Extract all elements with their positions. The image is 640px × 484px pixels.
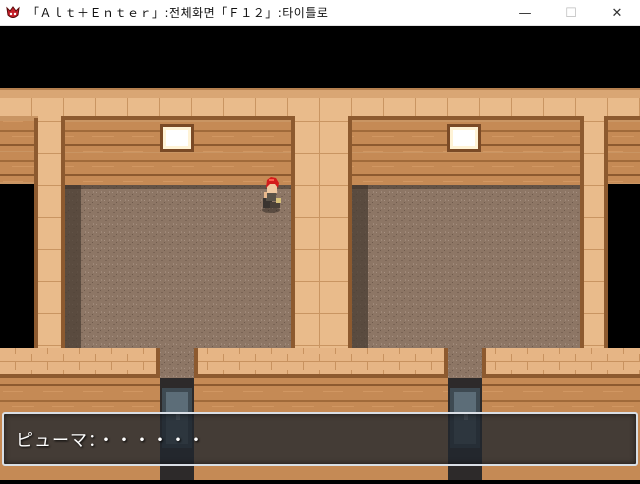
wall-light-icon-1 — [160, 124, 194, 152]
minimize-button[interactable]: — — [502, 0, 548, 26]
message-window[interactable]: ピューマ：・・・・・・ — [2, 412, 638, 466]
left-room — [0, 116, 38, 352]
game-viewport[interactable]: ピューマ：・・・・・・ — [0, 26, 640, 480]
window-controls: — ☐ ✕ — [502, 0, 640, 26]
red-demon-icon — [5, 5, 21, 21]
far-right-room — [604, 116, 640, 352]
close-button[interactable]: ✕ — [594, 0, 640, 26]
wall-light-icon-2 — [447, 124, 481, 152]
maximize-button[interactable]: ☐ — [548, 0, 594, 26]
window-title: 「Ａｌｔ＋Ｅｎｔｅｒ」:전체화면「Ｆ１２」:타이틀로 — [27, 6, 329, 20]
dialog-text: ピューマ：・・・・・・ — [16, 431, 206, 451]
window-titlebar[interactable]: 「Ａｌｔ＋Ｅｎｔｅｒ」:전체화면「Ｆ１２」:타이틀로 — ☐ ✕ — [0, 0, 640, 26]
